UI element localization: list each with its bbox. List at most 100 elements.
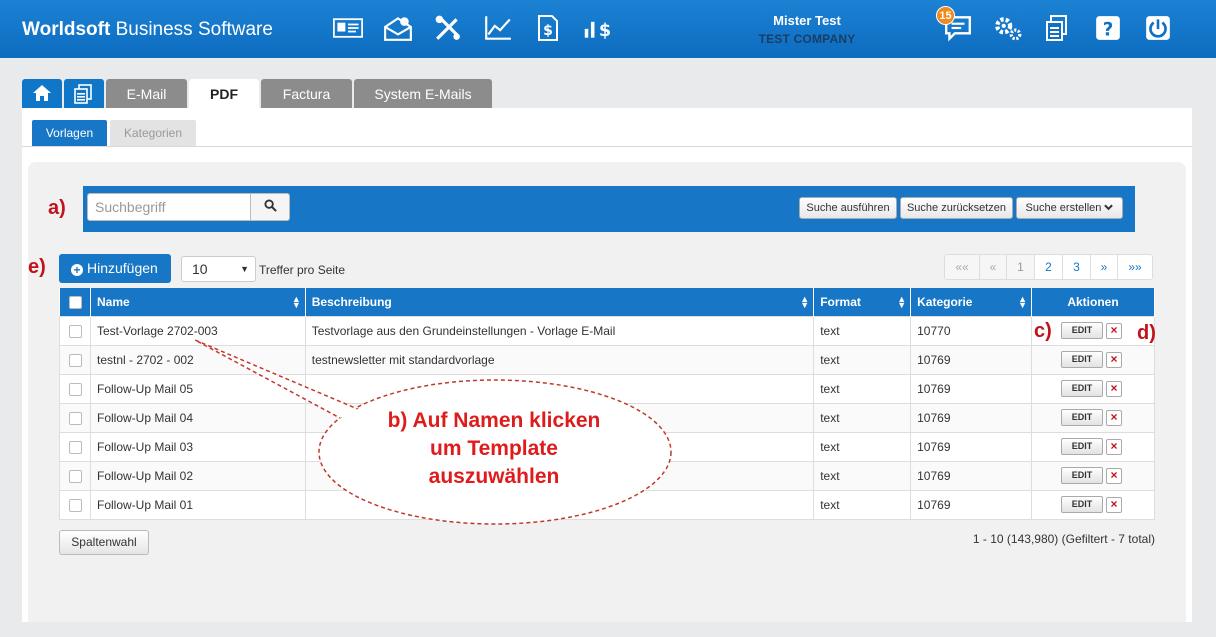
documents-icon[interactable] (1040, 12, 1076, 44)
edit-button[interactable]: EDIT (1061, 438, 1104, 455)
page-first[interactable]: «« (945, 255, 979, 279)
page-2[interactable]: 2 (1034, 255, 1062, 279)
column-description-label: Beschreibung (311, 294, 392, 309)
caret-down-icon: ▼ (240, 264, 249, 274)
tab-kategorien[interactable]: Kategorien (110, 120, 196, 146)
row-checkbox[interactable] (69, 498, 82, 512)
svg-text:$: $ (599, 21, 611, 41)
delete-button[interactable]: × (1106, 380, 1123, 397)
template-category: 10769 (910, 344, 1033, 375)
tab-system-emails[interactable]: System E-Mails (354, 79, 492, 109)
revenue-chart-icon[interactable]: $ (580, 12, 616, 44)
top-header: Worldsoft Business Software $ $ Mister T… (0, 0, 1216, 58)
delete-button[interactable]: × (1106, 438, 1123, 455)
edit-button[interactable]: EDIT (1061, 322, 1104, 339)
documents-icon (73, 84, 95, 107)
row-checkbox[interactable] (69, 469, 82, 483)
annotation-e: e) (28, 256, 46, 278)
pagination: «« « 1 2 3 » »» (944, 254, 1153, 280)
column-actions-label: Aktionen (1067, 294, 1119, 309)
sort-icon: ▲ ▼ (800, 294, 810, 310)
invoice-icon[interactable]: $ (530, 12, 566, 44)
power-icon[interactable] (1140, 12, 1176, 44)
table-row: Follow-Up Mail 05 text 10769 EDIT × (59, 373, 1155, 404)
chevron-down-icon (1104, 202, 1114, 214)
page-1[interactable]: 1 (1006, 255, 1034, 279)
sort-icon: ▲ ▼ (291, 294, 301, 310)
gears-icon[interactable] (990, 12, 1026, 44)
delete-button[interactable]: × (1106, 409, 1123, 426)
template-name[interactable]: testnl - 2702 - 002 (89, 344, 306, 375)
add-button-label: Hinzufügen (87, 260, 158, 276)
edit-button[interactable]: EDIT (1061, 351, 1104, 368)
app-brand: Worldsoft Business Software (22, 19, 273, 40)
column-format[interactable]: Format ▲ ▼ (813, 288, 912, 316)
tab-pdf[interactable]: PDF (189, 79, 259, 109)
select-all-checkbox[interactable] (68, 295, 82, 309)
user-info: Mister Test TEST COMPANY (700, 11, 914, 49)
column-actions: Aktionen (1031, 288, 1155, 316)
user-name: Mister Test (773, 13, 841, 28)
stats-chart-icon[interactable] (480, 12, 516, 44)
page-next[interactable]: » (1090, 255, 1117, 279)
search-input[interactable]: Suchbegriff (87, 193, 251, 221)
template-category: 10769 (910, 373, 1033, 404)
template-category: 10769 (910, 460, 1033, 491)
add-button[interactable]: + Hinzufügen (59, 254, 171, 283)
edit-button[interactable]: EDIT (1061, 496, 1104, 513)
row-checkbox[interactable] (69, 353, 82, 367)
page-prev[interactable]: « (979, 255, 1006, 279)
delete-button[interactable]: × (1106, 322, 1123, 339)
tab-email[interactable]: E-Mail (106, 79, 187, 109)
template-category: 10769 (910, 402, 1033, 433)
template-format: text (813, 460, 912, 491)
template-name[interactable]: Follow-Up Mail 05 (89, 373, 306, 404)
template-name[interactable]: Follow-Up Mail 03 (89, 431, 306, 462)
page-last[interactable]: »» (1117, 255, 1152, 279)
template-name[interactable]: Follow-Up Mail 04 (89, 402, 306, 433)
edit-button[interactable]: EDIT (1061, 409, 1104, 426)
row-checkbox[interactable] (69, 382, 82, 396)
template-name[interactable]: Test-Vorlage 2702-003 (89, 315, 306, 346)
tab-factura[interactable]: Factura (261, 79, 352, 109)
tools-icon[interactable] (430, 12, 466, 44)
sort-icon: ▲ ▼ (1018, 294, 1028, 310)
edit-button[interactable]: EDIT (1061, 467, 1104, 484)
column-category[interactable]: Kategorie ▲ ▼ (910, 288, 1033, 316)
template-category: 10769 (910, 431, 1033, 462)
row-checkbox[interactable] (69, 411, 82, 425)
template-name[interactable]: Follow-Up Mail 02 (89, 460, 306, 491)
create-search-button[interactable]: Suche erstellen (1016, 197, 1123, 219)
column-name[interactable]: Name ▲ ▼ (90, 288, 306, 316)
row-checkbox[interactable] (69, 324, 82, 338)
template-category: 10769 (910, 489, 1033, 520)
tab-vorlagen[interactable]: Vorlagen (32, 120, 107, 146)
template-format: text (813, 431, 912, 462)
template-category: 10770 (910, 315, 1033, 346)
per-page-select[interactable]: 10 ▼ (181, 256, 256, 282)
help-icon[interactable]: ? (1090, 12, 1126, 44)
sort-icon: ▲ ▼ (897, 294, 907, 310)
template-format: text (813, 373, 912, 404)
row-checkbox[interactable] (69, 440, 82, 454)
tab-home[interactable] (22, 79, 62, 109)
tab-documents[interactable] (64, 79, 104, 109)
delete-button[interactable]: × (1106, 496, 1123, 513)
page-3[interactable]: 3 (1062, 255, 1090, 279)
reset-search-button[interactable]: Suche zurücksetzen (900, 197, 1013, 219)
column-chooser-button[interactable]: Spaltenwahl (59, 530, 149, 555)
delete-button[interactable]: × (1106, 467, 1123, 484)
template-name[interactable]: Follow-Up Mail 01 (89, 489, 306, 520)
template-description (304, 489, 815, 520)
column-description[interactable]: Beschreibung ▲ ▼ (305, 288, 815, 316)
search-bar: Suchbegriff Suche ausführen Suche zurück… (83, 186, 1135, 232)
delete-button[interactable]: × (1106, 351, 1123, 368)
search-button[interactable] (250, 193, 290, 221)
contact-card-icon[interactable] (330, 12, 366, 44)
mail-settings-icon[interactable] (380, 12, 416, 44)
select-all-header (59, 288, 91, 316)
edit-button[interactable]: EDIT (1061, 380, 1104, 397)
template-format: text (813, 489, 912, 520)
callout-line: um Template (430, 437, 558, 460)
run-search-button[interactable]: Suche ausführen (799, 197, 897, 219)
